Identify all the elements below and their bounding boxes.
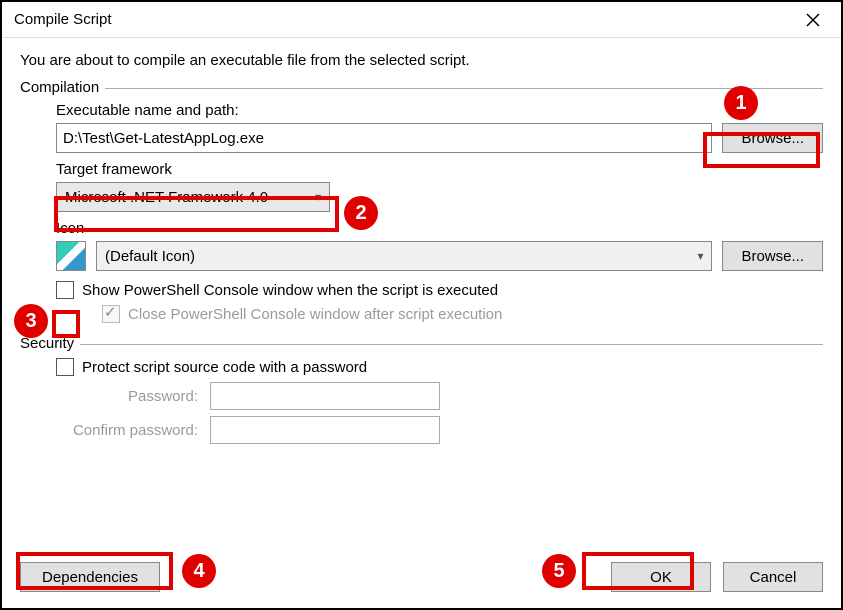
icon-label: Icon: [56, 220, 823, 237]
compile-script-dialog: Compile Script You are about to compile …: [0, 0, 843, 610]
ok-button[interactable]: OK: [611, 562, 711, 592]
close-console-checkbox: [102, 305, 120, 323]
show-console-label: Show PowerShell Console window when the …: [82, 282, 498, 299]
browse-exec-button[interactable]: Browse...: [722, 123, 823, 153]
close-icon: [806, 13, 820, 27]
window-title: Compile Script: [14, 11, 112, 28]
protect-label: Protect script source code with a passwo…: [82, 359, 367, 376]
exec-path-label: Executable name and path:: [56, 102, 823, 119]
dependencies-button[interactable]: Dependencies: [20, 562, 160, 592]
chevron-down-icon: ▾: [315, 190, 321, 204]
confirm-password-input: [210, 416, 440, 444]
compilation-legend: Compilation: [20, 79, 823, 96]
protect-checkbox[interactable]: [56, 358, 74, 376]
show-console-checkbox[interactable]: [56, 281, 74, 299]
close-console-label: Close PowerShell Console window after sc…: [128, 306, 502, 323]
password-input: [210, 382, 440, 410]
browse-icon-button[interactable]: Browse...: [722, 241, 823, 271]
security-legend: Security: [20, 335, 823, 352]
titlebar: Compile Script: [2, 2, 841, 38]
close-button[interactable]: [793, 4, 833, 36]
target-framework-dropdown[interactable]: Microsoft .NET Framework 4.0 ▾: [56, 182, 330, 212]
chevron-down-icon: ▾: [697, 249, 703, 263]
exec-path-input[interactable]: [56, 123, 712, 153]
confirm-password-label: Confirm password:: [50, 422, 210, 439]
icon-value: (Default Icon): [105, 248, 195, 265]
target-framework-label: Target framework: [56, 161, 823, 178]
icon-preview: [56, 241, 86, 271]
icon-dropdown[interactable]: (Default Icon) ▾: [96, 241, 712, 271]
target-framework-value: Microsoft .NET Framework 4.0: [65, 189, 268, 206]
password-label: Password:: [50, 388, 210, 405]
cancel-button[interactable]: Cancel: [723, 562, 823, 592]
intro-text: You are about to compile an executable f…: [20, 52, 823, 69]
